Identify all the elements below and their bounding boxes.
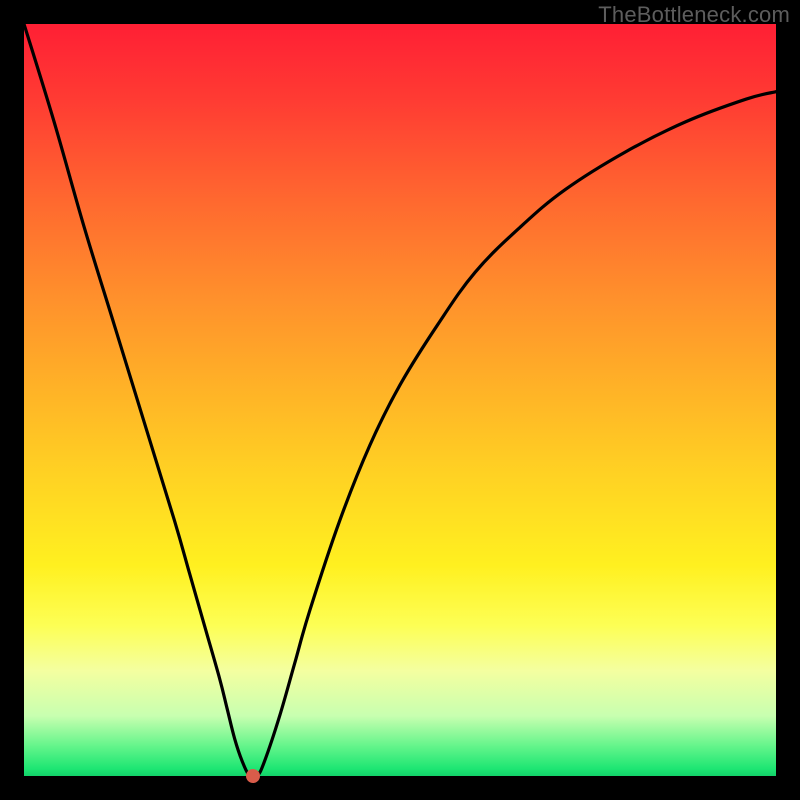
bottleneck-curve-path (24, 24, 776, 776)
curve-svg (24, 24, 776, 776)
chart-frame: TheBottleneck.com (0, 0, 800, 800)
plot-area (24, 24, 776, 776)
minimum-marker (246, 769, 260, 783)
